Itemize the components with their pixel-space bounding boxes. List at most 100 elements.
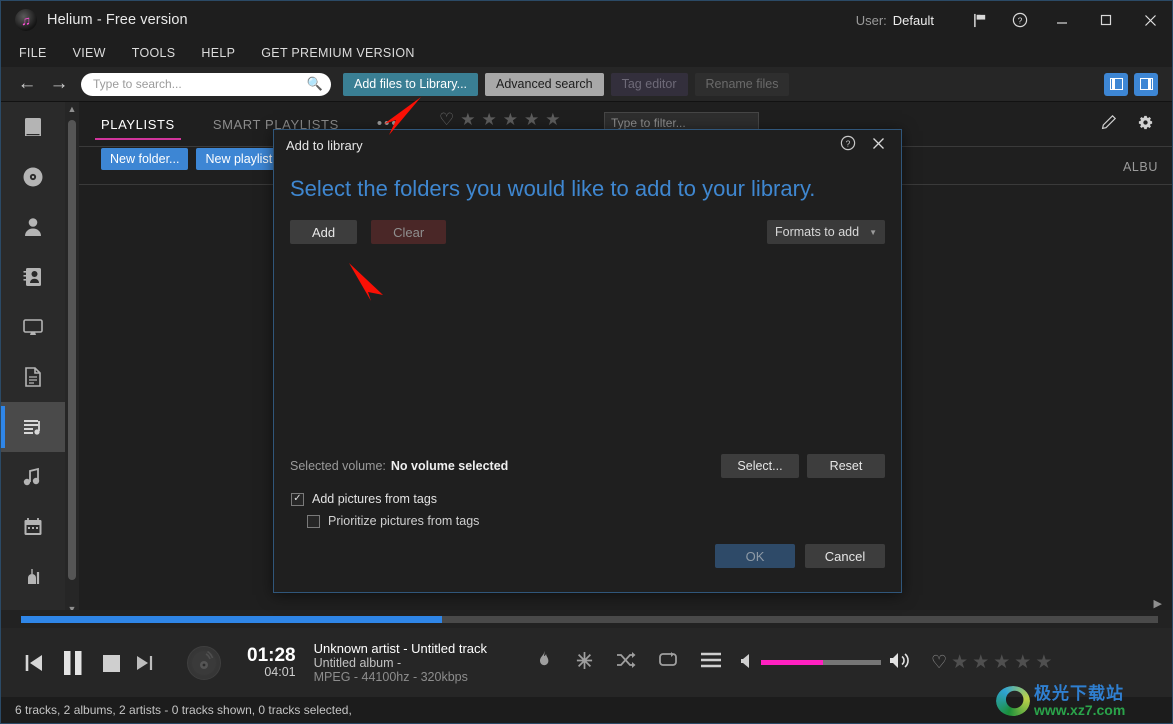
- add-to-library-dialog: Add to library ? Select the folders you …: [273, 129, 902, 593]
- stop-button[interactable]: [99, 650, 125, 676]
- repeat-icon[interactable]: [658, 651, 678, 674]
- sidebar-item-documents[interactable]: [1, 352, 65, 402]
- tag-editor-button[interactable]: Tag editor: [611, 73, 688, 96]
- progress-track[interactable]: [21, 616, 1158, 623]
- heart-icon[interactable]: ♡: [439, 110, 454, 130]
- user-value: Default: [893, 13, 934, 28]
- flag-icon[interactable]: [960, 1, 1000, 39]
- panel-left-icon: [1110, 78, 1123, 90]
- sidebar-item-radio[interactable]: [1, 552, 65, 602]
- dialog-add-button[interactable]: Add: [290, 220, 357, 244]
- star-icon[interactable]: ★: [972, 651, 989, 674]
- folder-list-area[interactable]: [274, 244, 901, 444]
- star-icon[interactable]: ★: [993, 651, 1010, 674]
- track-progress-bar[interactable]: [1, 610, 1172, 628]
- radio-icon: [20, 564, 46, 590]
- menu-item-file[interactable]: FILE: [19, 46, 47, 60]
- forward-arrow-icon[interactable]: →: [43, 73, 75, 95]
- add-pictures-checkbox[interactable]: ✓: [291, 493, 304, 506]
- formats-to-add-label: Formats to add: [775, 225, 859, 239]
- menu-item-get-premium[interactable]: GET PREMIUM VERSION: [261, 46, 414, 60]
- caret-down-icon: ▼: [869, 228, 877, 237]
- queue-list-icon[interactable]: [700, 651, 722, 674]
- speaker-low-icon[interactable]: [740, 653, 753, 673]
- volume-slider-fill: [761, 660, 823, 665]
- star-icon[interactable]: ★: [951, 651, 968, 674]
- add-pictures-checkbox-row[interactable]: ✓ Add pictures from tags: [274, 492, 901, 506]
- shuffle-icon[interactable]: [616, 651, 636, 674]
- reset-volume-button[interactable]: Reset: [807, 454, 885, 478]
- tab-playlists[interactable]: PLAYLISTS: [101, 117, 175, 142]
- scrollbar-thumb[interactable]: [68, 120, 76, 580]
- scroll-up-icon[interactable]: ▲: [65, 104, 79, 120]
- star-icon[interactable]: ★: [460, 110, 475, 130]
- star-icon[interactable]: ★: [503, 110, 518, 130]
- heart-icon[interactable]: ♡: [931, 652, 947, 673]
- star-icon[interactable]: ★: [1014, 651, 1031, 674]
- dialog-heading: Select the folders you would like to add…: [274, 160, 901, 202]
- flame-icon[interactable]: [535, 650, 553, 675]
- dialog-cancel-button[interactable]: Cancel: [805, 544, 885, 568]
- close-button[interactable]: [1128, 1, 1172, 39]
- star-icon[interactable]: ★: [482, 110, 497, 130]
- volume-slider-track[interactable]: [761, 660, 881, 665]
- gear-icon[interactable]: [1137, 114, 1154, 135]
- next-track-button[interactable]: [133, 651, 157, 675]
- minimize-button[interactable]: [1040, 1, 1084, 39]
- triangle-right-icon[interactable]: ▶: [1154, 597, 1162, 610]
- document-icon: [20, 364, 46, 390]
- monitor-icon: [20, 314, 46, 340]
- previous-track-button[interactable]: [21, 650, 47, 676]
- formats-to-add-dropdown[interactable]: Formats to add ▼: [767, 220, 885, 244]
- help-circle-icon[interactable]: ?: [1000, 1, 1040, 39]
- disc-icon: [20, 164, 46, 190]
- menu-item-view[interactable]: VIEW: [73, 46, 106, 60]
- playback-time: 01:28 04:01: [247, 646, 296, 680]
- sidebar-item-albums[interactable]: [1, 152, 65, 202]
- pause-button[interactable]: [59, 648, 87, 678]
- add-pictures-label: Add pictures from tags: [312, 492, 437, 506]
- sidebar-item-calendar[interactable]: [1, 502, 65, 552]
- rename-files-button[interactable]: Rename files: [695, 73, 790, 96]
- column-header-album: ALBU: [1123, 160, 1158, 174]
- menu-item-help[interactable]: HELP: [201, 46, 235, 60]
- select-volume-button[interactable]: Select...: [721, 454, 799, 478]
- playlist-icon: [20, 414, 46, 440]
- rating-filter-row: ♡ ★ ★ ★ ★ ★: [439, 110, 561, 130]
- sidebar-item-playlists[interactable]: [1, 402, 65, 452]
- sidebar-scrollbar[interactable]: ▲ ▼: [65, 102, 79, 622]
- search-icon[interactable]: 🔍: [307, 76, 323, 92]
- prioritize-pictures-checkbox-row[interactable]: Prioritize pictures from tags: [274, 514, 901, 528]
- pencil-icon[interactable]: [1101, 114, 1117, 135]
- menu-item-tools[interactable]: TOOLS: [132, 46, 176, 60]
- add-files-to-library-button[interactable]: Add files to Library...: [343, 73, 478, 96]
- maximize-button[interactable]: [1084, 1, 1128, 39]
- prioritize-pictures-checkbox[interactable]: [307, 515, 320, 528]
- advanced-search-button[interactable]: Advanced search: [485, 73, 604, 96]
- app-logo-icon: ♫: [15, 9, 37, 31]
- snowflake-icon[interactable]: [575, 651, 594, 675]
- dialog-help-icon[interactable]: ?: [840, 135, 856, 155]
- star-icon[interactable]: ★: [524, 110, 539, 130]
- sidebar-item-contacts[interactable]: [1, 252, 65, 302]
- sidebar-item-library[interactable]: [1, 102, 65, 152]
- panel-right-toggle-button[interactable]: [1134, 73, 1158, 96]
- sidebar-item-monitor[interactable]: [1, 302, 65, 352]
- sidebar-item-artists[interactable]: [1, 202, 65, 252]
- back-arrow-icon[interactable]: ←: [11, 73, 43, 95]
- star-icon[interactable]: ★: [545, 110, 560, 130]
- speaker-high-icon[interactable]: [889, 652, 911, 674]
- panel-left-toggle-button[interactable]: [1104, 73, 1128, 96]
- search-input[interactable]: [81, 73, 331, 96]
- dialog-title-bar: Add to library ?: [274, 130, 901, 160]
- dialog-clear-button[interactable]: Clear: [371, 220, 446, 244]
- dialog-ok-button[interactable]: OK: [715, 544, 795, 568]
- track-album: Untitled album -: [314, 656, 487, 670]
- volume-control[interactable]: [740, 652, 911, 674]
- star-icon[interactable]: ★: [1035, 651, 1052, 674]
- user-label: User:: [856, 13, 887, 28]
- sidebar-item-music-notes[interactable]: [1, 452, 65, 502]
- new-folder-button[interactable]: New folder...: [101, 148, 188, 170]
- dialog-close-icon[interactable]: [872, 137, 885, 154]
- music-notes-icon: [20, 464, 46, 490]
